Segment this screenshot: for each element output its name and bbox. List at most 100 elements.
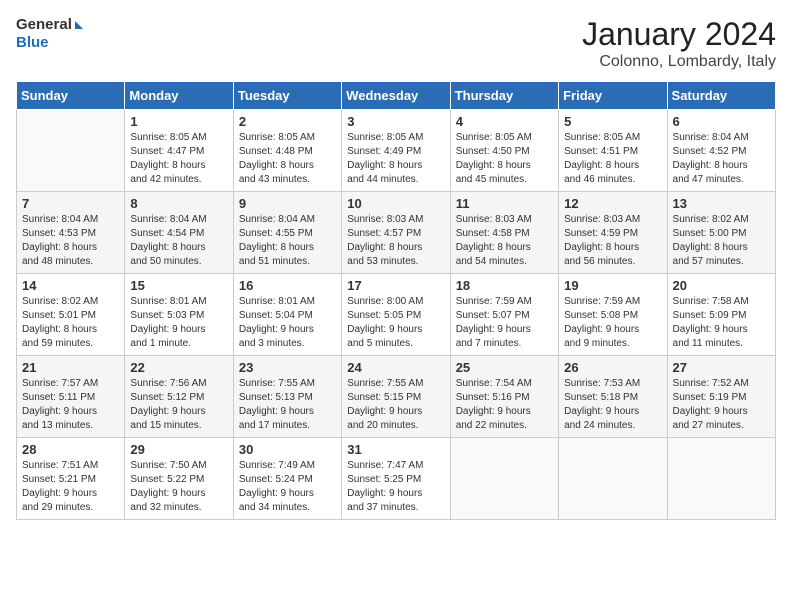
calendar-cell: 8 Sunrise: 8:04 AMSunset: 4:54 PMDaylight…: [125, 192, 233, 274]
calendar-cell: 29Sunrise: 7:50 AMSunset: 5:22 PMDayligh…: [125, 438, 233, 520]
day-info: Sunrise: 8:03 AMSunset: 4:57 PMDaylight:…: [347, 213, 444, 269]
calendar-cell: 5 Sunrise: 8:05 AMSunset: 4:51 PMDaylight…: [559, 110, 667, 192]
logo-blue: Blue: [16, 34, 83, 52]
page-header: General Blue January 2024 Colonno, Lomba…: [16, 16, 776, 71]
header-row: SundayMondayTuesdayWednesdayThursdayFrid…: [17, 82, 776, 110]
day-info: Sunrise: 7:57 AMSunset: 5:11 PMDaylight:…: [22, 377, 119, 433]
title-block: January 2024 Colonno, Lombardy, Italy: [582, 16, 776, 71]
day-number: 4: [456, 114, 553, 129]
calendar-cell: 11Sunrise: 8:03 AMSunset: 4:58 PMDayligh…: [450, 192, 558, 274]
calendar-cell: 7 Sunrise: 8:04 AMSunset: 4:53 PMDaylight…: [17, 192, 125, 274]
day-number: 21: [22, 360, 119, 375]
calendar-cell: 9 Sunrise: 8:04 AMSunset: 4:55 PMDaylight…: [233, 192, 341, 274]
day-info: Sunrise: 8:05 AMSunset: 4:51 PMDaylight:…: [564, 131, 661, 187]
day-info: Sunrise: 7:56 AMSunset: 5:12 PMDaylight:…: [130, 377, 227, 433]
day-number: 23: [239, 360, 336, 375]
day-info: Sunrise: 8:01 AMSunset: 5:03 PMDaylight:…: [130, 295, 227, 351]
calendar-cell: 28Sunrise: 7:51 AMSunset: 5:21 PMDayligh…: [17, 438, 125, 520]
day-number: 16: [239, 278, 336, 293]
calendar-cell: 20Sunrise: 7:58 AMSunset: 5:09 PMDayligh…: [667, 274, 775, 356]
day-number: 13: [673, 196, 770, 211]
calendar-cell: 21 Sunrise: 7:57 AMSunset: 5:11 PMDayligh…: [17, 356, 125, 438]
calendar-cell: 14 Sunrise: 8:02 AMSunset: 5:01 PMDayligh…: [17, 274, 125, 356]
calendar-cell: 6Sunrise: 8:04 AMSunset: 4:52 PMDaylight…: [667, 110, 775, 192]
week-row-5: 28Sunrise: 7:51 AMSunset: 5:21 PMDayligh…: [17, 438, 776, 520]
day-number: 29: [130, 442, 227, 457]
calendar-cell: 17Sunrise: 8:00 AMSunset: 5:05 PMDayligh…: [342, 274, 450, 356]
day-number: 27: [673, 360, 770, 375]
logo-arrow-icon: [75, 21, 83, 29]
day-number: 1: [130, 114, 227, 129]
day-number: 24: [347, 360, 444, 375]
calendar-cell: 16 Sunrise: 8:01 AMSunset: 5:04 PMDayligh…: [233, 274, 341, 356]
week-row-3: 14 Sunrise: 8:02 AMSunset: 5:01 PMDayligh…: [17, 274, 776, 356]
calendar-cell: 22 Sunrise: 7:56 AMSunset: 5:12 PMDayligh…: [125, 356, 233, 438]
logo-text: General Blue: [16, 16, 83, 52]
day-info: Sunrise: 8:03 AMSunset: 4:58 PMDaylight:…: [456, 213, 553, 269]
week-row-1: 1 Sunrise: 8:05 AMSunset: 4:47 PMDaylight…: [17, 110, 776, 192]
day-info: Sunrise: 7:47 AMSunset: 5:25 PMDaylight:…: [347, 459, 444, 515]
day-info: Sunrise: 8:05 AMSunset: 4:50 PMDaylight:…: [456, 131, 553, 187]
day-number: 9: [239, 196, 336, 211]
header-day-tuesday: Tuesday: [233, 82, 341, 110]
calendar-cell: 23 Sunrise: 7:55 AMSunset: 5:13 PMDayligh…: [233, 356, 341, 438]
day-info: Sunrise: 7:58 AMSunset: 5:09 PMDaylight:…: [673, 295, 770, 351]
location-title: Colonno, Lombardy, Italy: [582, 53, 776, 71]
day-info: Sunrise: 8:04 AMSunset: 4:53 PMDaylight:…: [22, 213, 119, 269]
calendar-cell: 10 Sunrise: 8:03 AMSunset: 4:57 PMDayligh…: [342, 192, 450, 274]
calendar-cell: 13 Sunrise: 8:02 AMSunset: 5:00 PMDayligh…: [667, 192, 775, 274]
day-info: Sunrise: 7:55 AMSunset: 5:13 PMDaylight:…: [239, 377, 336, 433]
calendar-cell: 1 Sunrise: 8:05 AMSunset: 4:47 PMDaylight…: [125, 110, 233, 192]
calendar-cell: [559, 438, 667, 520]
day-number: 12: [564, 196, 661, 211]
day-info: Sunrise: 7:49 AMSunset: 5:24 PMDaylight:…: [239, 459, 336, 515]
week-row-2: 7 Sunrise: 8:04 AMSunset: 4:53 PMDaylight…: [17, 192, 776, 274]
day-info: Sunrise: 8:00 AMSunset: 5:05 PMDaylight:…: [347, 295, 444, 351]
day-number: 15: [130, 278, 227, 293]
day-info: Sunrise: 8:01 AMSunset: 5:04 PMDaylight:…: [239, 295, 336, 351]
calendar-cell: 2Sunrise: 8:05 AMSunset: 4:48 PMDaylight…: [233, 110, 341, 192]
calendar-cell: [667, 438, 775, 520]
day-number: 14: [22, 278, 119, 293]
day-number: 8: [130, 196, 227, 211]
calendar-table: SundayMondayTuesdayWednesdayThursdayFrid…: [16, 81, 776, 520]
day-info: Sunrise: 8:05 AMSunset: 4:47 PMDaylight:…: [130, 131, 227, 187]
month-title: January 2024: [582, 16, 776, 53]
calendar-cell: 4 Sunrise: 8:05 AMSunset: 4:50 PMDaylight…: [450, 110, 558, 192]
day-info: Sunrise: 8:02 AMSunset: 5:00 PMDaylight:…: [673, 213, 770, 269]
day-number: 7: [22, 196, 119, 211]
header-day-thursday: Thursday: [450, 82, 558, 110]
calendar-cell: 31 Sunrise: 7:47 AMSunset: 5:25 PMDayligh…: [342, 438, 450, 520]
day-number: 31: [347, 442, 444, 457]
day-number: 26: [564, 360, 661, 375]
day-info: Sunrise: 7:55 AMSunset: 5:15 PMDaylight:…: [347, 377, 444, 433]
header-day-monday: Monday: [125, 82, 233, 110]
header-day-friday: Friday: [559, 82, 667, 110]
calendar-cell: 3Sunrise: 8:05 AMSunset: 4:49 PMDaylight…: [342, 110, 450, 192]
day-number: 18: [456, 278, 553, 293]
day-info: Sunrise: 8:04 AMSunset: 4:52 PMDaylight:…: [673, 131, 770, 187]
logo-general: General: [16, 16, 83, 34]
header-day-sunday: Sunday: [17, 82, 125, 110]
day-info: Sunrise: 7:52 AMSunset: 5:19 PMDaylight:…: [673, 377, 770, 433]
day-number: 30: [239, 442, 336, 457]
day-number: 19: [564, 278, 661, 293]
day-info: Sunrise: 7:51 AMSunset: 5:21 PMDaylight:…: [22, 459, 119, 515]
day-info: Sunrise: 7:59 AMSunset: 5:08 PMDaylight:…: [564, 295, 661, 351]
day-info: Sunrise: 8:04 AMSunset: 4:54 PMDaylight:…: [130, 213, 227, 269]
calendar-cell: 26Sunrise: 7:53 AMSunset: 5:18 PMDayligh…: [559, 356, 667, 438]
day-number: 22: [130, 360, 227, 375]
day-number: 3: [347, 114, 444, 129]
calendar-cell: 25Sunrise: 7:54 AMSunset: 5:16 PMDayligh…: [450, 356, 558, 438]
day-info: Sunrise: 8:04 AMSunset: 4:55 PMDaylight:…: [239, 213, 336, 269]
day-number: 10: [347, 196, 444, 211]
header-day-saturday: Saturday: [667, 82, 775, 110]
header-day-wednesday: Wednesday: [342, 82, 450, 110]
day-number: 5: [564, 114, 661, 129]
calendar-cell: [17, 110, 125, 192]
day-number: 25: [456, 360, 553, 375]
day-number: 2: [239, 114, 336, 129]
calendar-cell: 30 Sunrise: 7:49 AMSunset: 5:24 PMDayligh…: [233, 438, 341, 520]
day-info: Sunrise: 8:02 AMSunset: 5:01 PMDaylight:…: [22, 295, 119, 351]
calendar-cell: 19 Sunrise: 7:59 AMSunset: 5:08 PMDayligh…: [559, 274, 667, 356]
